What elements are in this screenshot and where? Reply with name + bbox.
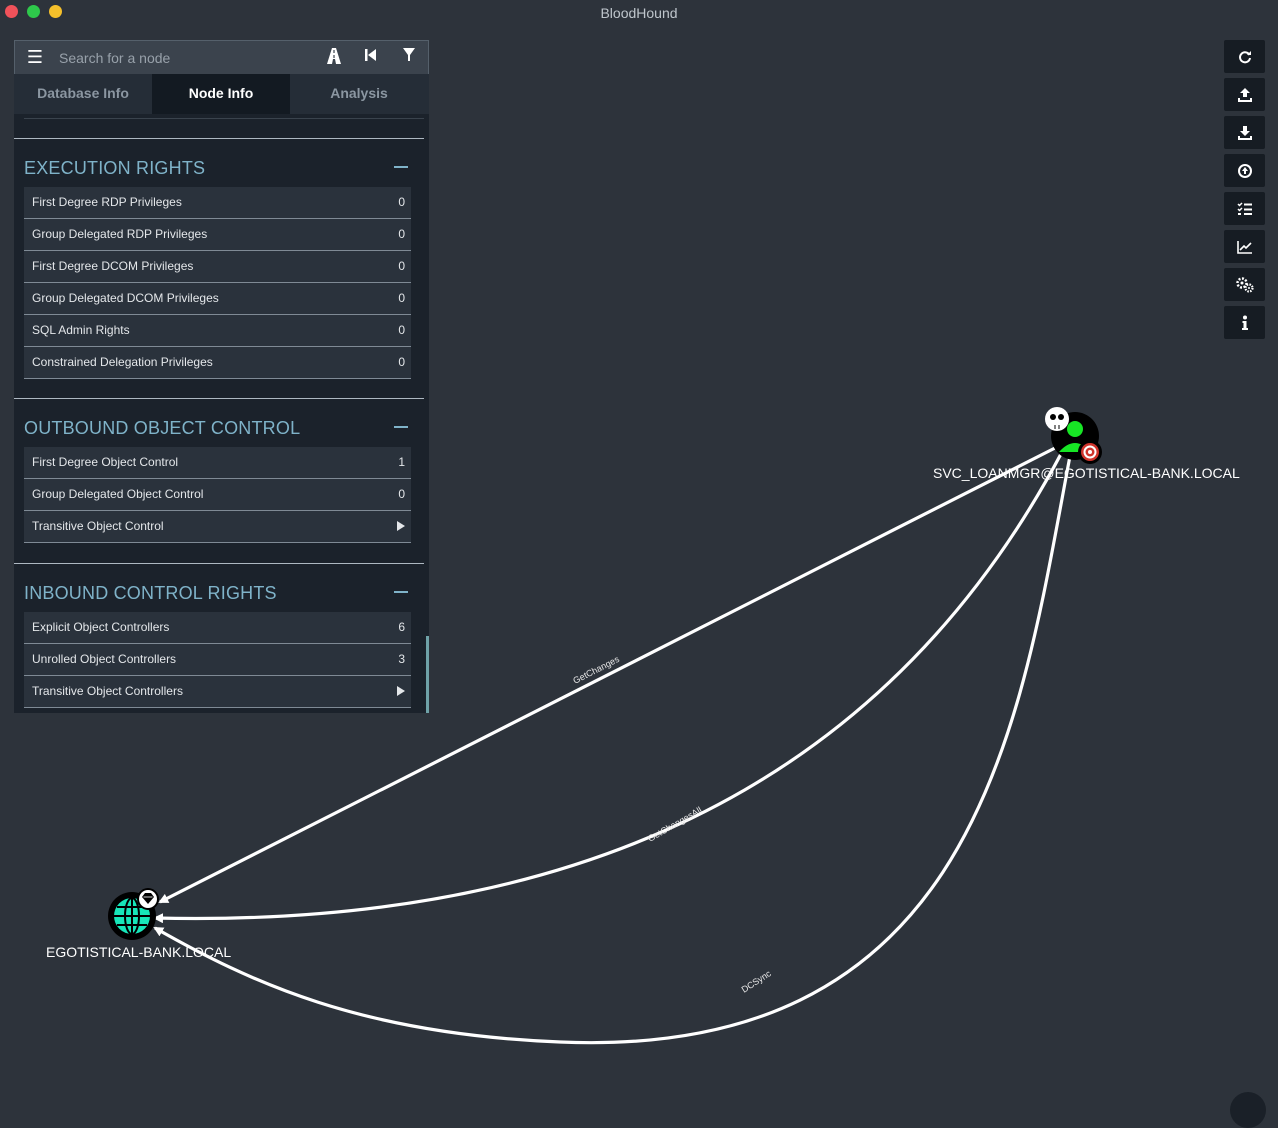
section-divider	[14, 138, 424, 139]
row-count: 0	[398, 195, 405, 209]
section-title-execution-rights[interactable]: EXECUTION RIGHTS	[24, 158, 205, 179]
queries-icon	[1236, 202, 1252, 216]
search-input[interactable]	[57, 47, 311, 69]
refresh-button[interactable]	[1224, 40, 1265, 73]
row-count: 0	[398, 259, 405, 273]
info-icon	[1241, 315, 1248, 331]
section-title-inbound-control-rights[interactable]: INBOUND CONTROL RIGHTS	[24, 583, 277, 604]
tab-analysis[interactable]: Analysis	[290, 74, 428, 114]
row-constrained-delegation[interactable]: Constrained Delegation Privileges 0	[24, 347, 411, 379]
row-label: First Degree DCOM Privileges	[32, 259, 194, 273]
row-label: First Degree Object Control	[32, 455, 179, 469]
stats-button[interactable]	[1224, 230, 1265, 263]
row-count: 0	[398, 355, 405, 369]
row-label: Constrained Delegation Privileges	[32, 355, 213, 369]
target-icon	[1078, 440, 1102, 464]
row-count: 0	[398, 487, 405, 501]
row-label: Unrolled Object Controllers	[32, 652, 177, 666]
row-first-degree-object-control[interactable]: First Degree Object Control 1	[24, 447, 411, 479]
node-info-content[interactable]: EXECUTION RIGHTS First Degree RDP Privil…	[14, 114, 429, 713]
collapse-inbound-icon[interactable]	[394, 591, 408, 593]
bottom-corner-button[interactable]	[1230, 1092, 1266, 1128]
row-label: Explicit Object Controllers	[32, 620, 170, 634]
queries-button[interactable]	[1224, 192, 1265, 225]
tab-bar: Database Info Node Info Analysis	[14, 74, 429, 114]
import-button[interactable]	[1224, 154, 1265, 187]
collapse-execution-icon[interactable]	[394, 166, 408, 168]
domain-node[interactable]	[108, 888, 159, 940]
row-count: 3	[398, 652, 405, 666]
edge-label-dcsync: DCSync	[740, 968, 774, 995]
upload-button[interactable]	[1224, 78, 1265, 111]
section-title-outbound-object-control[interactable]: OUTBOUND OBJECT CONTROL	[24, 418, 300, 439]
row-unrolled-object-controllers[interactable]: Unrolled Object Controllers 3	[24, 644, 411, 676]
row-label: Group Delegated DCOM Privileges	[32, 291, 219, 305]
tab-database-info[interactable]: Database Info	[14, 74, 152, 114]
row-label: Group Delegated RDP Privileges	[32, 227, 208, 241]
user-node[interactable]	[1045, 407, 1102, 464]
row-label: Transitive Object Controllers	[32, 684, 183, 698]
domain-node-label: EGOTISTICAL-BANK.LOCAL	[46, 944, 232, 960]
row-transitive-object-controllers[interactable]: Transitive Object Controllers	[24, 676, 411, 708]
filter-icon[interactable]	[398, 47, 420, 69]
row-transitive-object-control[interactable]: Transitive Object Control	[24, 511, 411, 543]
export-button[interactable]	[1224, 116, 1265, 149]
upload-icon	[1237, 88, 1252, 103]
row-label: SQL Admin Rights	[32, 323, 130, 337]
node-info-panel: ☰ Database Info Node Info Analysis EXECU…	[14, 40, 429, 713]
settings-button[interactable]	[1224, 268, 1265, 301]
play-icon[interactable]	[397, 686, 405, 696]
refresh-icon	[1238, 51, 1251, 64]
row-label: First Degree RDP Privileges	[32, 195, 182, 209]
row-count: 0	[398, 227, 405, 241]
pathfinding-icon[interactable]	[323, 47, 345, 69]
stats-icon	[1236, 241, 1252, 254]
tab-node-info[interactable]: Node Info	[152, 74, 290, 114]
row-label: Group Delegated Object Control	[32, 487, 204, 501]
search-bar: ☰	[14, 40, 429, 74]
skull-icon	[1045, 407, 1069, 431]
row-count: 1	[398, 455, 405, 469]
menu-icon[interactable]: ☰	[25, 48, 45, 66]
edge-label-getchangesall: GetChangesAll	[646, 805, 703, 844]
info-button[interactable]	[1224, 306, 1265, 339]
row-first-degree-rdp[interactable]: First Degree RDP Privileges 0	[24, 187, 411, 219]
play-icon[interactable]	[397, 521, 405, 531]
row-group-delegated-rdp[interactable]: Group Delegated RDP Privileges 0	[24, 219, 411, 251]
import-icon	[1237, 164, 1252, 179]
row-count: 0	[398, 291, 405, 305]
row-count: 0	[398, 323, 405, 337]
row-group-delegated-dcom[interactable]: Group Delegated DCOM Privileges 0	[24, 283, 411, 315]
section-divider	[14, 563, 424, 564]
section-divider	[14, 398, 424, 399]
row-label: Transitive Object Control	[32, 519, 164, 533]
row-count: 6	[398, 620, 405, 634]
settings-icon	[1235, 277, 1254, 293]
row-explicit-object-controllers[interactable]: Explicit Object Controllers 6	[24, 612, 411, 644]
back-icon[interactable]	[360, 47, 382, 69]
export-icon	[1237, 126, 1252, 141]
gem-icon	[137, 888, 159, 910]
row-first-degree-dcom[interactable]: First Degree DCOM Privileges 0	[24, 251, 411, 283]
collapse-outbound-icon[interactable]	[394, 426, 408, 428]
user-icon	[1067, 421, 1083, 437]
scrollbar[interactable]	[426, 636, 429, 713]
row-group-delegated-object-control[interactable]: Group Delegated Object Control 0	[24, 479, 411, 511]
user-node-label: SVC_LOANMGR@EGOTISTICAL-BANK.LOCAL	[933, 465, 1240, 481]
row-sql-admin[interactable]: SQL Admin Rights 0	[24, 315, 411, 347]
divider	[24, 118, 424, 119]
